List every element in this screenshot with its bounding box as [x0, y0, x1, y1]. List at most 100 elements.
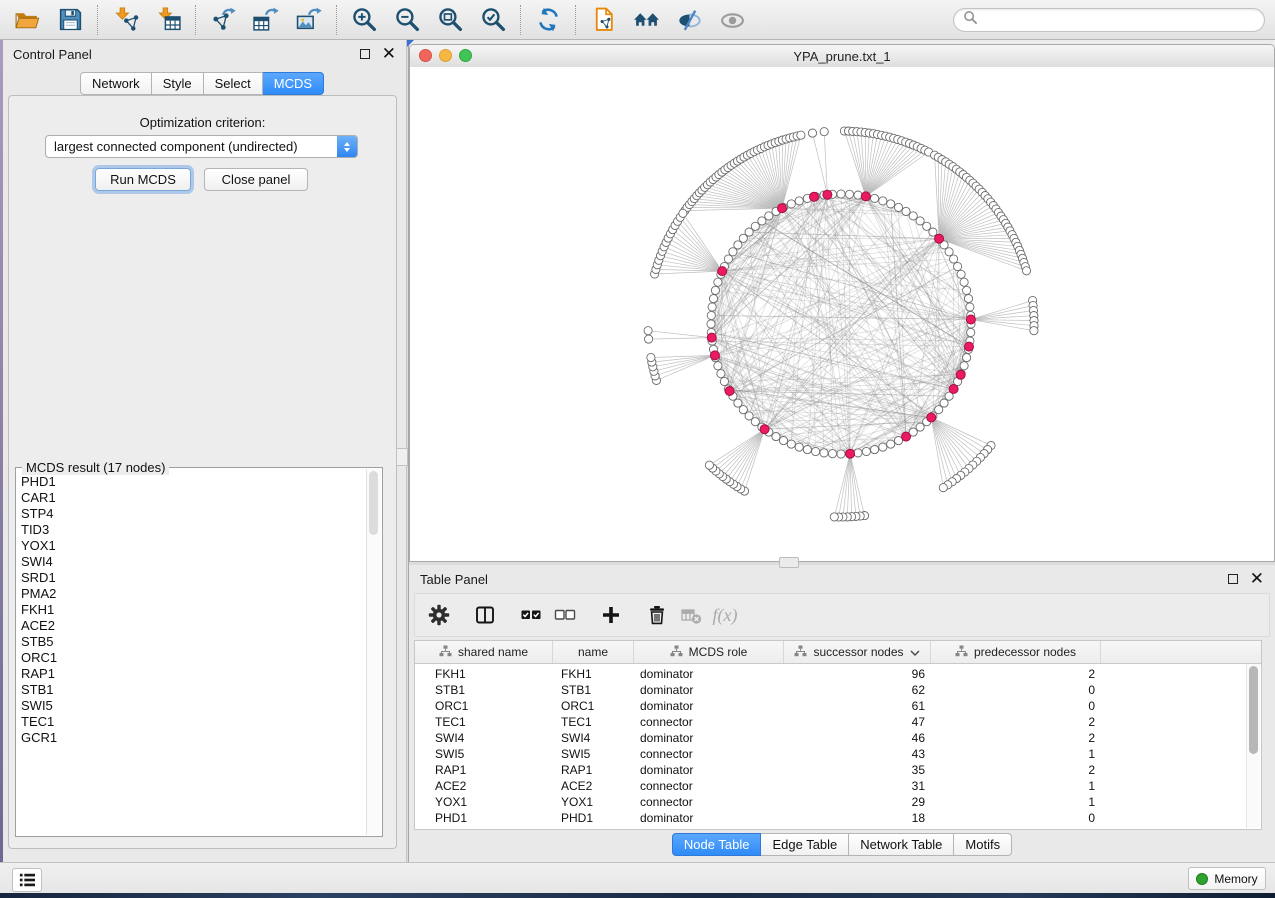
table-cell[interactable]: SWI5	[415, 747, 553, 761]
vertical-splitter-grip[interactable]	[396, 448, 408, 466]
zoom-selected-icon[interactable]	[476, 4, 510, 36]
table-cell[interactable]: ACE2	[415, 779, 553, 793]
add-entry-icon[interactable]	[599, 603, 623, 627]
table-cell[interactable]: 62	[784, 683, 931, 697]
search-box[interactable]	[953, 8, 1265, 32]
table-cell[interactable]: 61	[784, 699, 931, 713]
tab-edge-table[interactable]: Edge Table	[761, 833, 849, 856]
float-panel-icon[interactable]	[360, 49, 370, 59]
table-cell[interactable]: 43	[784, 747, 931, 761]
table-cell[interactable]: 1	[931, 779, 1101, 793]
export-image-icon[interactable]	[292, 4, 326, 36]
zoom-fit-icon[interactable]	[433, 4, 467, 36]
mcds-result-item[interactable]: SWI5	[21, 698, 364, 714]
tab-motifs[interactable]: Motifs	[954, 833, 1012, 856]
table-cell[interactable]: 2	[931, 731, 1101, 745]
table-scrollbar[interactable]	[1246, 664, 1260, 828]
table-cell[interactable]: dominator	[634, 699, 784, 713]
import-network-icon[interactable]	[108, 4, 142, 36]
table-row[interactable]: FKH1FKH1dominator962	[415, 666, 1261, 682]
table-cell[interactable]: connector	[634, 715, 784, 729]
export-table-icon[interactable]	[249, 4, 283, 36]
mcds-result-item[interactable]: PHD1	[21, 474, 364, 490]
window-maximize-icon[interactable]	[459, 49, 472, 62]
network-from-file-icon[interactable]	[586, 4, 620, 36]
tab-network[interactable]: Network	[80, 72, 152, 95]
table-cell[interactable]: 47	[784, 715, 931, 729]
mcds-result-item[interactable]: YOX1	[21, 538, 364, 554]
delete-entry-icon[interactable]	[645, 603, 669, 627]
table-row[interactable]: TEC1TEC1connector472	[415, 714, 1261, 730]
column-header-successor-nodes[interactable]: successor nodes	[784, 641, 931, 663]
column-header-name[interactable]: name	[553, 641, 634, 663]
mcds-result-item[interactable]: ORC1	[21, 650, 364, 666]
table-cell[interactable]: dominator	[634, 683, 784, 697]
table-cell[interactable]: STB1	[415, 683, 553, 697]
table-cell[interactable]: dominator	[634, 763, 784, 777]
table-cell[interactable]: PHD1	[415, 811, 553, 825]
table-cell[interactable]: TEC1	[553, 715, 634, 729]
table-cell[interactable]: dominator	[634, 731, 784, 745]
table-cell[interactable]: 1	[931, 747, 1101, 761]
table-cell[interactable]: 1	[931, 795, 1101, 809]
deselect-all-rows-icon[interactable]	[553, 603, 577, 627]
table-cell[interactable]: 0	[931, 683, 1101, 697]
save-session-icon[interactable]	[53, 4, 87, 36]
mcds-result-item[interactable]: STB5	[21, 634, 364, 650]
network-graph[interactable]	[410, 67, 1274, 561]
mcds-result-item[interactable]: GCR1	[21, 730, 364, 746]
search-input[interactable]	[983, 12, 1255, 28]
refresh-view-icon[interactable]	[531, 4, 565, 36]
mcds-result-item[interactable]: FKH1	[21, 602, 364, 618]
table-cell[interactable]: SWI4	[553, 731, 634, 745]
table-cell[interactable]: 31	[784, 779, 931, 793]
table-cell[interactable]: ACE2	[553, 779, 634, 793]
window-minimize-icon[interactable]	[439, 49, 452, 62]
mcds-result-item[interactable]: SWI4	[21, 554, 364, 570]
table-row[interactable]: YOX1YOX1connector291	[415, 794, 1261, 810]
tab-style[interactable]: Style	[152, 72, 204, 95]
table-cell[interactable]: 29	[784, 795, 931, 809]
table-row[interactable]: PHD1PHD1dominator180	[415, 810, 1261, 826]
table-cell[interactable]: SWI4	[415, 731, 553, 745]
table-row[interactable]: STB1STB1dominator620	[415, 682, 1261, 698]
import-table-icon[interactable]	[151, 4, 185, 36]
table-cell[interactable]: ORC1	[553, 699, 634, 713]
table-cell[interactable]: 2	[931, 763, 1101, 777]
table-row[interactable]: RAP1RAP1dominator352	[415, 762, 1261, 778]
zoom-in-icon[interactable]	[347, 4, 381, 36]
table-cell[interactable]: dominator	[634, 811, 784, 825]
table-cell[interactable]: 18	[784, 811, 931, 825]
open-file-icon[interactable]	[10, 4, 44, 36]
mcds-result-item[interactable]: STB1	[21, 682, 364, 698]
tab-select[interactable]: Select	[204, 72, 263, 95]
table-row[interactable]: ACE2ACE2connector311	[415, 778, 1261, 794]
tab-mcds[interactable]: MCDS	[263, 72, 324, 95]
horizontal-splitter-grip[interactable]	[779, 557, 799, 568]
close-panel-icon[interactable]: ✕	[382, 47, 396, 61]
table-cell[interactable]: 0	[931, 811, 1101, 825]
tab-node-table[interactable]: Node Table	[672, 833, 762, 856]
table-settings-icon[interactable]	[427, 603, 451, 627]
run-mcds-button[interactable]: Run MCDS	[95, 168, 191, 191]
mcds-result-item[interactable]: CAR1	[21, 490, 364, 506]
table-cell[interactable]: PHD1	[553, 811, 634, 825]
mcds-result-item[interactable]: TID3	[21, 522, 364, 538]
select-all-rows-icon[interactable]	[519, 603, 543, 627]
column-header-MCDS-role[interactable]: MCDS role	[634, 641, 784, 663]
mcds-result-item[interactable]: RAP1	[21, 666, 364, 682]
window-close-icon[interactable]	[419, 49, 432, 62]
table-cell[interactable]: 35	[784, 763, 931, 777]
table-cell[interactable]: YOX1	[553, 795, 634, 809]
table-cell[interactable]: RAP1	[553, 763, 634, 777]
zoom-out-icon[interactable]	[390, 4, 424, 36]
export-network-icon[interactable]	[206, 4, 240, 36]
table-cell[interactable]: FKH1	[415, 667, 553, 681]
table-cell[interactable]: STB1	[553, 683, 634, 697]
table-cell[interactable]: connector	[634, 747, 784, 761]
table-row[interactable]: ORC1ORC1dominator610	[415, 698, 1261, 714]
close-panel-button[interactable]: Close panel	[204, 168, 308, 191]
table-cell[interactable]: ORC1	[415, 699, 553, 713]
table-cell[interactable]: SWI5	[553, 747, 634, 761]
table-cell[interactable]: connector	[634, 779, 784, 793]
